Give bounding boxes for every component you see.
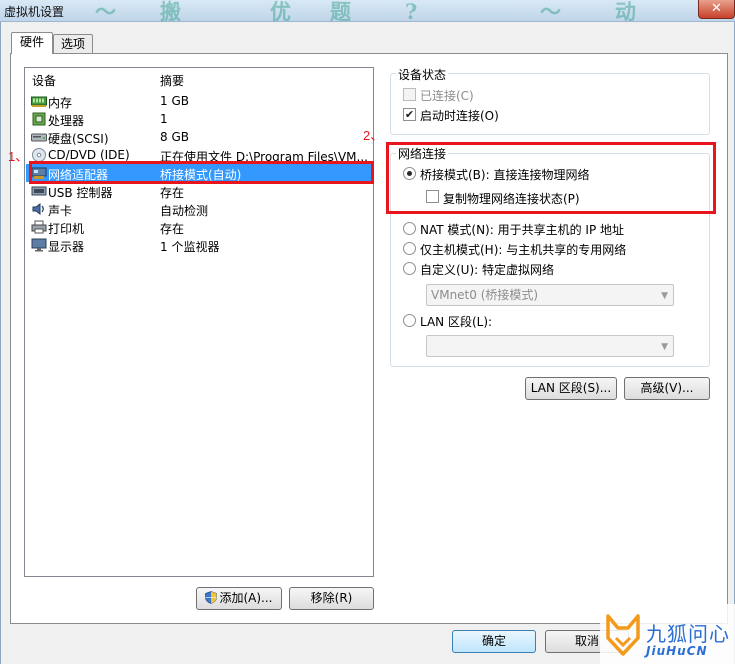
advanced-button[interactable]: 高级(V)... [624, 377, 710, 400]
printer-icon [31, 220, 47, 234]
device-row-sound[interactable]: 声卡 自动检测 [26, 200, 372, 218]
connected-label: 已连接(C) [420, 89, 474, 103]
column-header-device[interactable]: 设备 [32, 72, 56, 89]
custom-network-select[interactable]: VMnet0 (桥接模式) ▼ [426, 284, 674, 306]
window-title: 虚拟机设置 [4, 5, 65, 19]
device-row-harddisk[interactable]: 硬盘(SCSI) 8 GB [26, 128, 372, 146]
site-logo: 九狐问心 JiuHuCN [600, 604, 735, 664]
monitor-icon [31, 238, 47, 252]
bridged-label: 桥接模式(B): 直接连接物理网络 [420, 168, 590, 182]
background-watermark: 题 [330, 0, 353, 24]
lan-segment-label: LAN 区段(L): [420, 315, 493, 329]
nat-radio[interactable] [403, 222, 416, 235]
chevron-down-icon: ▼ [661, 291, 668, 301]
memory-icon [31, 96, 47, 107]
cpu-icon [32, 112, 46, 126]
device-name: 打印机 [48, 222, 85, 236]
custom-radio[interactable] [403, 262, 416, 275]
device-name: 内存 [48, 96, 73, 110]
device-name: USB 控制器 [48, 186, 113, 200]
host-only-label: 仅主机模式(H): 与主机共享的专用网络 [420, 243, 627, 257]
device-name: 处理器 [48, 114, 85, 128]
harddisk-icon [31, 133, 47, 142]
custom-label: 自定义(U): 特定虚拟网络 [420, 263, 555, 277]
replicate-state-label: 复制物理网络连接状态(P) [443, 192, 580, 206]
device-name: 显示器 [48, 240, 85, 254]
usb-icon [31, 186, 47, 196]
host-only-radio[interactable] [403, 242, 416, 255]
tab-hardware[interactable]: 硬件 [11, 32, 53, 54]
device-row-printer[interactable]: 打印机 存在 [26, 218, 372, 236]
device-name: CD/DVD (IDE) [48, 148, 130, 162]
logo-subtext: JiuHuCN [646, 644, 708, 658]
custom-network-value: VMnet0 (桥接模式) [431, 288, 539, 302]
background-watermark: ? [405, 0, 420, 24]
annotation-marker-2: 2、 [363, 128, 384, 143]
device-name: 硬盘(SCSI) [48, 132, 109, 146]
connect-at-power-on-checkbox[interactable]: ✔ [403, 108, 416, 121]
nat-label: NAT 模式(N): 用于共享主机的 IP 地址 [420, 223, 625, 237]
background-watermark: 搬 [160, 0, 183, 24]
tab-options[interactable]: 选项 [53, 34, 93, 53]
device-row-display[interactable]: 显示器 1 个监视器 [26, 236, 372, 254]
uac-shield-icon [205, 591, 218, 604]
device-summary: 1 [160, 112, 168, 126]
device-row-memory[interactable]: 内存 1 GB [26, 92, 372, 110]
background-watermark: 〜 [540, 0, 563, 24]
device-row-processor[interactable]: 处理器 1 [26, 110, 372, 128]
lan-segment-select[interactable]: ▼ [426, 335, 674, 357]
connect-at-power-on-label: 启动时连接(O) [420, 109, 499, 123]
chevron-down-icon: ▼ [661, 342, 668, 352]
device-row-usb[interactable]: USB 控制器 存在 [26, 182, 372, 200]
add-button-label: 添加(A)... [219, 591, 273, 605]
title-bar: 虚拟机设置 〜 搬 优 题 ? 〜 动 ✕ [0, 0, 735, 24]
annotation-marker-1: 1、 [8, 149, 29, 164]
background-watermark: 优 [270, 0, 293, 24]
lan-segment-radio[interactable] [403, 314, 416, 327]
connected-checkbox[interactable] [403, 88, 416, 101]
device-status-title: 设备状态 [396, 66, 449, 83]
background-watermark: 动 [615, 0, 638, 24]
column-header-summary[interactable]: 摘要 [160, 72, 184, 89]
background-watermark: 〜 [95, 0, 118, 24]
device-list[interactable]: 设备 摘要 内存 1 GB 处理器 1 硬盘(SCSI) 8 GB CD/DVD… [24, 67, 374, 577]
logo-text: 九狐问心 [646, 622, 730, 646]
replicate-state-checkbox[interactable] [426, 190, 439, 203]
lan-segments-button[interactable]: LAN 区段(S)... [525, 377, 617, 400]
add-hardware-button[interactable]: 添加(A)... [196, 587, 282, 610]
device-summary: 存在 [160, 186, 185, 200]
bridged-radio[interactable] [403, 167, 416, 180]
remove-hardware-button[interactable]: 移除(R) [289, 587, 374, 610]
device-summary: 自动检测 [160, 204, 209, 218]
ok-button[interactable]: 确定 [452, 630, 536, 653]
device-summary: 存在 [160, 222, 185, 236]
annotation-box-1 [29, 161, 374, 184]
device-name: 声卡 [48, 204, 73, 218]
device-summary: 1 GB [160, 94, 189, 108]
device-summary: 1 个监视器 [160, 240, 220, 254]
sound-icon [32, 203, 44, 215]
device-summary: 8 GB [160, 130, 189, 144]
close-button[interactable]: ✕ [698, 0, 735, 19]
cd-icon [32, 148, 46, 162]
fox-logo-icon [606, 614, 640, 656]
